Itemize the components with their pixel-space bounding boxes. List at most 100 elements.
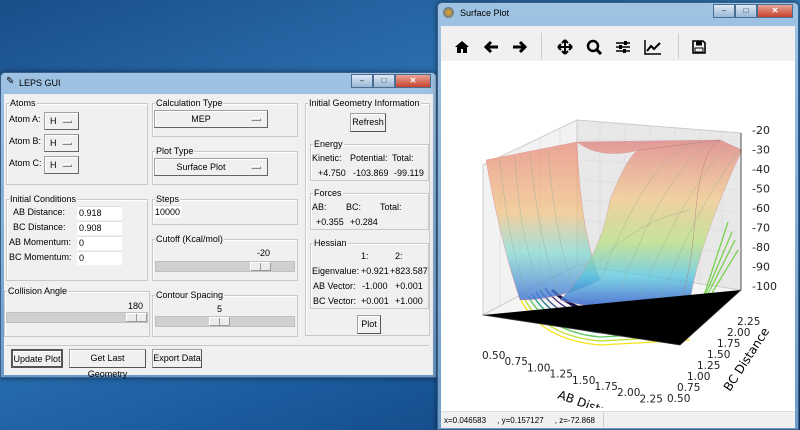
- forward-arrow-icon[interactable]: [509, 36, 531, 58]
- ab-distance-input[interactable]: 0.918: [77, 206, 122, 220]
- ab-tick-label: 2.00: [617, 387, 640, 399]
- hessian-col2: 2:: [395, 251, 403, 261]
- cursor-coordinates: x=0.046583 , y=0.157127 , z=-72.868: [444, 416, 595, 425]
- z-tick-label: -30: [752, 144, 770, 157]
- bc-momentum-label: BC Momentum:: [9, 252, 72, 262]
- ab-tick-label: 1.50: [572, 375, 595, 387]
- cutoff-slider[interactable]: [155, 261, 295, 272]
- bc-tick-label: 1.25: [697, 360, 720, 372]
- kinetic-label: Kinetic:: [312, 153, 342, 163]
- bc-distance-label: BC Distance:: [13, 222, 66, 232]
- ab-vector-2: +0.001: [395, 281, 423, 291]
- ab-momentum-input[interactable]: 0: [77, 236, 122, 250]
- calculation-type-menu[interactable]: MEP: [154, 110, 268, 128]
- plot-type-label: Plot Type: [155, 146, 195, 157]
- get-last-geometry-button[interactable]: Get Last Geometry: [69, 349, 146, 379]
- ab-tick-label: 0.50: [482, 350, 505, 362]
- eigenvalue-1: +0.921: [361, 266, 389, 276]
- save-icon[interactable]: [688, 36, 710, 58]
- slider-thumb[interactable]: [208, 317, 230, 326]
- calculation-type-label: Calculation Type: [155, 98, 224, 109]
- steps-input[interactable]: 10000: [153, 205, 181, 218]
- bc-tick-label: 1.75: [717, 338, 740, 350]
- ab-tick-label: 1.25: [550, 369, 573, 381]
- atom-c-menu[interactable]: H: [44, 156, 79, 174]
- atom-a-menu[interactable]: H: [44, 112, 79, 130]
- z-tick-label: -60: [752, 202, 770, 215]
- edit-axes-icon[interactable]: [642, 36, 664, 58]
- feather-icon: ✎: [6, 76, 15, 87]
- plot-type-menu[interactable]: Surface Plot: [154, 158, 268, 176]
- z-tick-label: -40: [752, 163, 770, 176]
- z-tick-label: -90: [752, 261, 770, 274]
- back-arrow-icon[interactable]: [480, 36, 502, 58]
- potential-value: -103.869: [353, 168, 389, 178]
- close-button[interactable]: ✕: [395, 74, 431, 88]
- zoom-icon[interactable]: [583, 36, 605, 58]
- collision-angle-value: 180: [128, 301, 144, 311]
- total-label: Total:: [392, 153, 414, 163]
- home-icon[interactable]: [451, 36, 473, 58]
- surface-plot[interactable]: -20-30-40-50-60-70-80-90-100 0.500.751.0…: [437, 60, 797, 408]
- minimize-button[interactable]: –: [713, 4, 735, 18]
- cutoff-frame: Cutoff (Kcal/mol): [152, 234, 298, 281]
- z-tick-label: -50: [752, 183, 770, 196]
- plot-button[interactable]: Plot: [357, 315, 381, 334]
- contour-spacing-slider[interactable]: [155, 316, 295, 327]
- configure-subplots-icon[interactable]: [612, 36, 634, 58]
- force-bc-value: +0.284: [350, 217, 378, 227]
- minimize-button[interactable]: –: [351, 74, 373, 88]
- ab-tick-label: 2.25: [640, 393, 663, 405]
- bc-vector-label: BC Vector:: [313, 296, 357, 306]
- window-title: Surface Plot: [460, 8, 510, 18]
- close-button[interactable]: ✕: [757, 4, 793, 18]
- collision-angle-slider[interactable]: [6, 312, 148, 323]
- forces-label: Forces: [313, 188, 343, 199]
- ab-momentum-label: AB Momentum:: [9, 237, 72, 247]
- collision-angle-label: Collision Angle: [7, 286, 69, 297]
- bc-momentum-input[interactable]: 0: [77, 251, 122, 265]
- steps-label: Steps: [155, 194, 181, 205]
- maximize-button[interactable]: □: [373, 74, 395, 88]
- eigenvalue-label: Eigenvalue:: [312, 266, 360, 276]
- z-tick-label: -70: [752, 222, 770, 235]
- contour-spacing-label: Contour Spacing: [155, 290, 225, 301]
- force-ab-label: AB:: [312, 202, 327, 212]
- leps-content: Atoms Atom A: H Atom B: H Atom C: H Init…: [3, 93, 432, 379]
- atom-c-label: Atom C:: [9, 158, 42, 168]
- maximize-button[interactable]: □: [735, 4, 757, 18]
- bc-tick-label: 2.00: [727, 327, 750, 339]
- force-bc-label: BC:: [346, 202, 362, 212]
- bc-tick-label: 0.75: [677, 382, 700, 394]
- hessian-col1: 1:: [361, 251, 369, 261]
- force-total-label: Total:: [380, 202, 402, 212]
- window-title: LEPS GUI: [19, 78, 61, 88]
- bc-tick-label: 2.25: [737, 316, 760, 328]
- initial-conditions-label: Initial Conditions: [9, 194, 78, 205]
- energy-label: Energy: [313, 139, 344, 150]
- ab-tick-label: 0.75: [505, 356, 528, 368]
- update-plot-button[interactable]: Update Plot: [11, 349, 63, 368]
- slider-thumb[interactable]: [249, 262, 271, 271]
- cutoff-value: -20: [257, 248, 271, 258]
- atoms-label: Atoms: [9, 98, 37, 109]
- contour-spacing-value: 5: [217, 304, 223, 314]
- refresh-button[interactable]: Refresh: [350, 113, 386, 132]
- export-data-button[interactable]: Export Data: [152, 349, 202, 368]
- ab-tick-label: 1.00: [527, 362, 550, 374]
- pan-icon[interactable]: [554, 36, 576, 58]
- total-energy-value: -99.119: [394, 168, 424, 178]
- slider-thumb[interactable]: [126, 313, 147, 322]
- bc-tick-label: 1.50: [707, 349, 730, 361]
- force-ab-value: +0.355: [316, 217, 344, 227]
- status-bar: x=0.046583 , y=0.157127 , z=-72.868: [441, 411, 795, 428]
- atom-b-menu[interactable]: H: [44, 134, 79, 152]
- initial-geometry-label: Initial Geometry Information: [308, 98, 421, 109]
- eigenvalue-2: +823.587: [390, 266, 428, 276]
- ab-distance-label: AB Distance:: [13, 207, 66, 217]
- cutoff-label: Cutoff (Kcal/mol): [155, 234, 224, 245]
- status-divider: [603, 413, 604, 427]
- bc-distance-input[interactable]: 0.908: [77, 221, 122, 235]
- bc-tick-label: 0.50: [667, 393, 690, 405]
- matplotlib-icon: [443, 7, 454, 18]
